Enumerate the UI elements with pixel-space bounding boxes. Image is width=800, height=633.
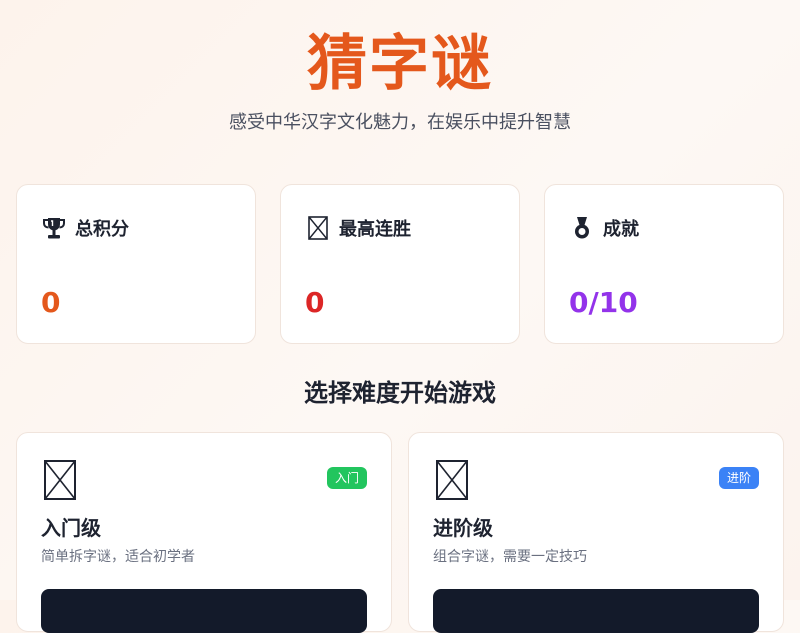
level-name: 入门级 xyxy=(41,516,101,540)
missing-glyph-icon xyxy=(436,460,468,500)
section-title: 选择难度开始游戏 xyxy=(304,379,496,407)
stat-value: 0 xyxy=(305,286,325,319)
page-title: 猜字谜 xyxy=(307,29,493,99)
start-advanced-button[interactable] xyxy=(433,589,759,633)
missing-glyph-icon xyxy=(308,216,328,240)
stat-label: 总积分 xyxy=(75,219,129,240)
stat-card-streak: 最高连胜 0 xyxy=(280,184,520,344)
stat-value: 0/10 xyxy=(569,286,638,319)
level-card-advanced[interactable]: 进阶 进阶级 组合字谜，需要一定技巧 xyxy=(408,432,784,633)
stat-header: 成就 xyxy=(569,215,639,241)
level-badge: 入门 xyxy=(326,467,367,489)
stat-value: 0 xyxy=(41,286,61,319)
trophy-icon xyxy=(43,218,65,239)
stat-header: 最高连胜 xyxy=(305,215,411,241)
stat-card-achievements: 成就 0/10 xyxy=(544,184,784,344)
page-header: 猜字谜 感受中华汉字文化魅力，在娱乐中提升智慧 xyxy=(0,28,800,136)
start-beginner-button[interactable] xyxy=(41,589,367,633)
stat-label: 最高连胜 xyxy=(339,219,411,240)
stat-label: 成就 xyxy=(603,219,639,240)
stat-card-score: 总积分 0 xyxy=(16,184,256,344)
level-description: 组合字谜，需要一定技巧 xyxy=(433,549,587,565)
level-name: 进阶级 xyxy=(433,516,493,540)
medal-icon xyxy=(575,217,589,239)
level-description: 简单拆字谜，适合初学者 xyxy=(41,549,195,565)
stat-header: 总积分 xyxy=(41,215,129,241)
level-card-beginner[interactable]: 入门 入门级 简单拆字谜，适合初学者 xyxy=(16,432,392,633)
page-subtitle: 感受中华汉字文化魅力，在娱乐中提升智慧 xyxy=(229,112,571,133)
missing-glyph-icon xyxy=(44,460,76,500)
level-badge: 进阶 xyxy=(718,467,759,489)
